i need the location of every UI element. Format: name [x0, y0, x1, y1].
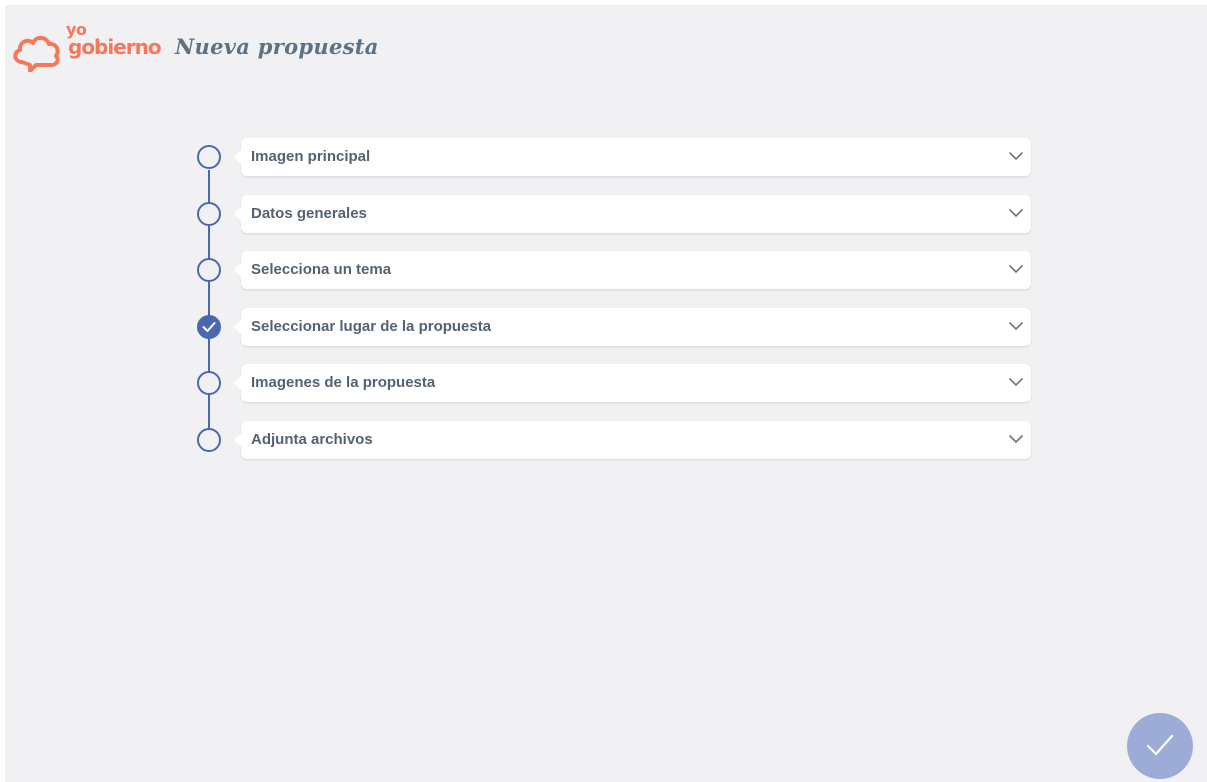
header: yo gobierno — [10, 22, 170, 72]
submit-button[interactable] — [1127, 713, 1193, 779]
step-card[interactable]: Adjunta archivos — [234, 421, 1031, 459]
step-label: Adjunta archivos — [251, 431, 373, 448]
step-indicator — [197, 145, 221, 169]
chevron-down-icon[interactable] — [1009, 321, 1023, 331]
step-indicator — [197, 428, 221, 452]
chevron-down-icon[interactable] — [1009, 434, 1023, 444]
chevron-down-icon[interactable] — [1009, 377, 1023, 387]
step-card[interactable]: Datos generales — [234, 195, 1031, 233]
step-indicator — [197, 258, 221, 282]
step-indicator-completed — [197, 315, 221, 339]
step-indicator — [197, 371, 221, 395]
step-card[interactable]: Imagenes de la propuesta — [234, 364, 1031, 402]
step-label: Datos generales — [251, 205, 367, 222]
step-label: Imagen principal — [251, 148, 371, 165]
chevron-down-icon[interactable] — [1009, 264, 1023, 274]
step-card[interactable]: Seleccionar lugar de la propuesta — [234, 308, 1031, 346]
check-icon — [202, 322, 216, 332]
step-card[interactable]: Imagen principal — [234, 138, 1031, 176]
step-label: Seleccionar lugar de la propuesta — [251, 318, 492, 335]
chevron-down-icon[interactable] — [1009, 151, 1023, 161]
step-label: Imagenes de la propuesta — [251, 374, 436, 391]
chevron-down-icon[interactable] — [1009, 208, 1023, 218]
check-icon — [1146, 734, 1174, 756]
step-label: Selecciona un tema — [251, 261, 392, 278]
logo-text-gobierno: gobierno — [68, 35, 162, 59]
step-card[interactable]: Selecciona un tema — [234, 251, 1031, 289]
cloud-chat-logo-icon — [13, 35, 60, 72]
page-title: Nueva propuesta — [175, 34, 379, 59]
step-indicator — [197, 202, 221, 226]
yogobierno-logo[interactable]: yo gobierno — [10, 22, 170, 72]
